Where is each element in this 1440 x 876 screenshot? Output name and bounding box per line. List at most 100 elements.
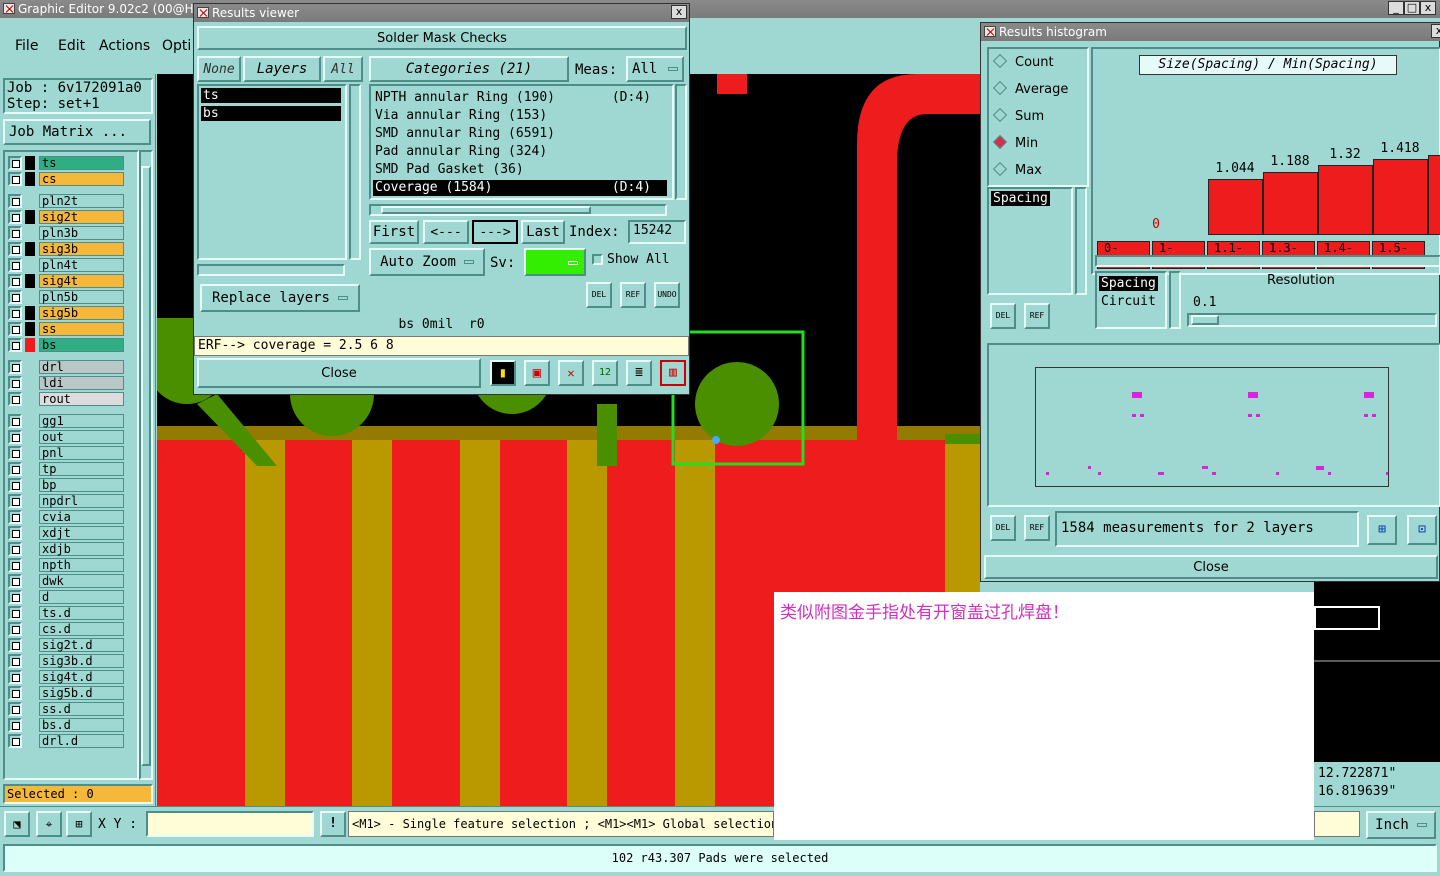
histogram-tool-icon[interactable]: ▥ [660, 360, 686, 386]
layer-row[interactable]: ldi [8, 376, 124, 390]
layer-row[interactable]: sig4t.d [8, 670, 124, 684]
measurement-ref-icon[interactable]: REF [1024, 515, 1050, 541]
layer-checkbox[interactable] [8, 510, 22, 524]
mode-count[interactable]: Count [992, 53, 1054, 70]
layer-row[interactable]: sig5b.d [8, 686, 124, 700]
layer-checkbox[interactable] [8, 446, 22, 460]
layer-row[interactable]: sig4t [8, 274, 124, 288]
layer-checkbox[interactable] [8, 670, 22, 684]
layer-row[interactable]: pln2t [8, 194, 124, 208]
layer-row[interactable]: sig3b.d [8, 654, 124, 668]
layer-name[interactable]: ts [39, 156, 124, 170]
layer-name[interactable]: dwk [39, 574, 124, 588]
job-matrix-button[interactable]: Job Matrix ... [3, 119, 151, 145]
layer-list-scrollbar[interactable] [139, 150, 153, 780]
layer-row[interactable]: sig2t [8, 210, 124, 224]
viewer-layer-vscroll[interactable] [349, 84, 361, 260]
histogram-ref-icon[interactable]: REF [1024, 303, 1050, 329]
layer-name[interactable]: cs [39, 172, 124, 186]
histogram-chart-hscroll[interactable] [1095, 255, 1440, 267]
spacing-circuit-scroll[interactable] [1169, 271, 1181, 329]
layer-checkbox[interactable] [8, 322, 22, 336]
layer-name[interactable]: sig2t [39, 210, 124, 224]
layer-checkbox[interactable] [8, 622, 22, 636]
layer-row[interactable]: bs [8, 338, 124, 352]
del-tool[interactable]: DEL [586, 282, 612, 308]
histogram-close-icon[interactable]: x [1431, 24, 1440, 38]
layer-name[interactable]: pln5b [39, 290, 124, 304]
layer-name[interactable]: d [39, 590, 124, 604]
layer-checkbox[interactable] [8, 274, 22, 288]
category-row[interactable]: Via annular Ring (153) [373, 108, 667, 124]
layer-row[interactable]: cs [8, 172, 124, 186]
layer-checkbox[interactable] [8, 156, 22, 170]
prev-button[interactable]: <--- [423, 220, 469, 244]
layer-row[interactable]: tp [8, 462, 124, 476]
layer-row[interactable]: drl [8, 360, 124, 374]
layers-all-button[interactable]: All [323, 56, 363, 82]
layer-name[interactable]: pnl [39, 446, 124, 460]
layer-checkbox[interactable] [8, 306, 22, 320]
layer-scroll-thumb[interactable] [141, 166, 151, 766]
mode-average[interactable]: Average [992, 80, 1068, 97]
layer-checkbox[interactable] [8, 290, 22, 304]
maximize-icon[interactable]: □ [1404, 1, 1420, 15]
layer-name[interactable]: ss.d [39, 702, 124, 716]
layer-checkbox[interactable] [8, 258, 22, 272]
categories-hscroll-thumb[interactable] [381, 206, 591, 214]
zoom-region-icon[interactable]: ⊡ [1407, 515, 1437, 545]
layer-checkbox[interactable] [8, 734, 22, 748]
layer-name[interactable]: sig2t.d [39, 638, 124, 652]
layer-row[interactable]: bp [8, 478, 124, 492]
layer-name[interactable]: cs.d [39, 622, 124, 636]
layer-checkbox[interactable] [8, 414, 22, 428]
layer-row[interactable]: ss [8, 322, 124, 336]
layer-name[interactable]: ldi [39, 376, 124, 390]
viewer-layer-hscroll[interactable] [197, 264, 345, 276]
layer-row[interactable]: sig3b [8, 242, 124, 256]
layer-row[interactable]: xdjb [8, 542, 124, 556]
info-icon[interactable]: ! [320, 811, 346, 837]
layer-checkbox[interactable] [8, 494, 22, 508]
measurement-del-icon[interactable]: DEL [990, 515, 1016, 541]
last-button[interactable]: Last [521, 220, 565, 244]
layer-row[interactable]: ss.d [8, 702, 124, 716]
spacing-list-scroll[interactable] [1075, 187, 1087, 295]
histogram-bar[interactable] [1318, 165, 1373, 235]
zoom-fit-icon[interactable]: ⊞ [1367, 515, 1397, 545]
layer-row[interactable]: dwk [8, 574, 124, 588]
layer-row[interactable]: bs.d [8, 718, 124, 732]
layer-name[interactable]: xdjb [39, 542, 124, 556]
category-row[interactable]: SMD Pad Gasket (36) [373, 162, 667, 178]
menu-edit[interactable]: Edit [58, 38, 85, 54]
spacing-list-item[interactable]: Spacing [991, 191, 1050, 206]
meas-dropdown[interactable]: All [626, 56, 684, 82]
layer-checkbox[interactable] [8, 172, 22, 186]
next-button[interactable]: ---> [472, 220, 518, 244]
category-row[interactable]: Coverage (1584) (D:4) [373, 180, 667, 196]
layer-checkbox[interactable] [8, 654, 22, 668]
layer-row[interactable]: d [8, 590, 124, 604]
layer-checkbox[interactable] [8, 338, 22, 352]
preview-canvas[interactable] [1035, 367, 1389, 487]
sv-color-dropdown[interactable] [524, 248, 586, 276]
layer-row[interactable]: ts.d [8, 606, 124, 620]
layer-checkbox[interactable] [8, 606, 22, 620]
layer-checkbox[interactable] [8, 702, 22, 716]
layer-row[interactable]: gg1 [8, 414, 124, 428]
layer-row[interactable]: pln4t [8, 258, 124, 272]
layer-checkbox[interactable] [8, 462, 22, 476]
layer-row[interactable]: drl.d [8, 734, 124, 748]
layer-name[interactable]: sig3b.d [39, 654, 124, 668]
layer-name[interactable]: rout [39, 392, 124, 406]
layer-name[interactable]: ss [39, 322, 124, 336]
category-row[interactable]: Pad annular Ring (324) [373, 144, 667, 160]
undo-tool[interactable]: UNDO [654, 282, 680, 308]
layer-name[interactable]: drl [39, 360, 124, 374]
layer-name[interactable]: npdrl [39, 494, 124, 508]
layer-row[interactable]: sig2t.d [8, 638, 124, 652]
layer-name[interactable]: bp [39, 478, 124, 492]
mode-max[interactable]: Max [992, 161, 1042, 178]
xy-input[interactable] [146, 811, 314, 837]
layer-checkbox[interactable] [8, 686, 22, 700]
